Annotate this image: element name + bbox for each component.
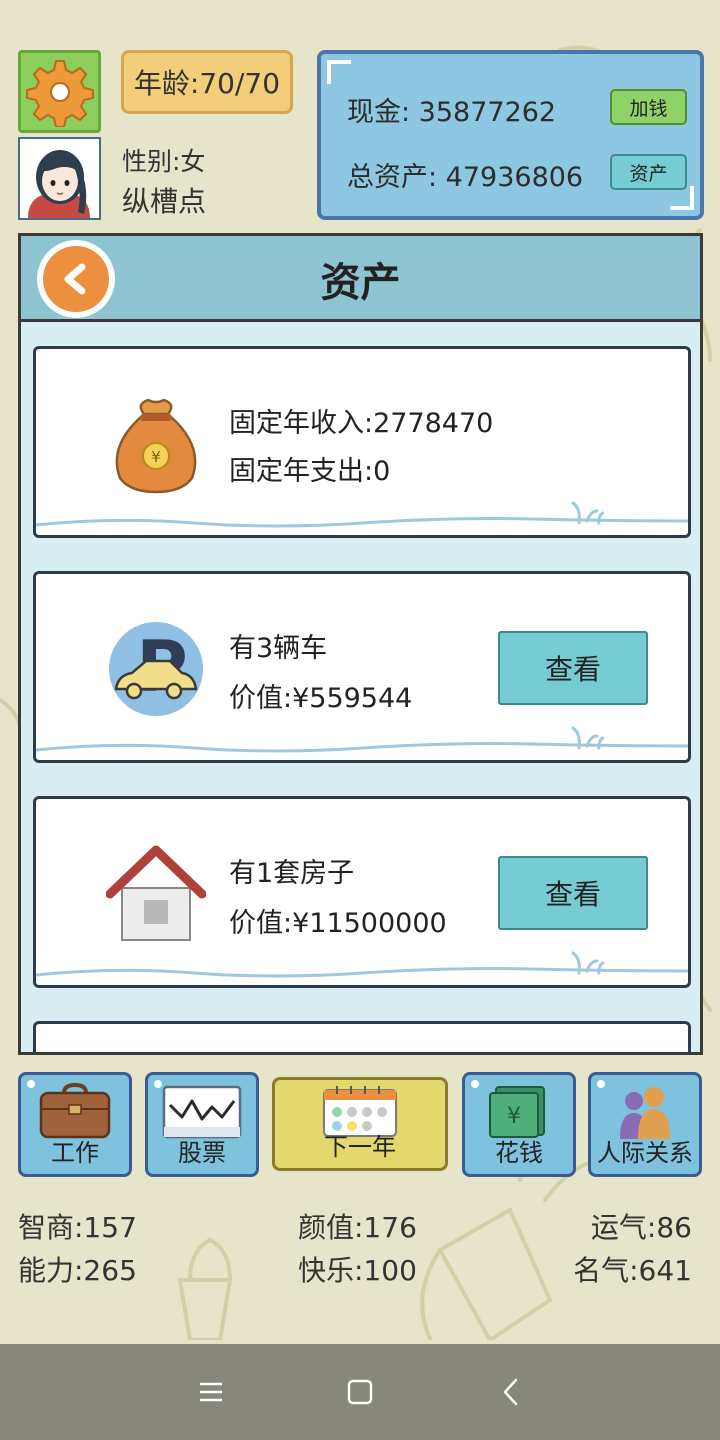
add-money-button[interactable]: 加钱 — [610, 89, 687, 125]
nav-label-work: 工作 — [51, 1139, 99, 1167]
view-cars-button[interactable]: 查看 — [498, 631, 648, 705]
stat-iq: 智商:157 — [18, 1211, 137, 1244]
sparkle-decoration — [471, 1080, 479, 1088]
svg-text:¥: ¥ — [507, 1104, 521, 1129]
cash-label: 现金: 35877262 — [347, 97, 557, 128]
house-icon — [106, 845, 206, 941]
money-bag-icon: ¥ — [115, 398, 197, 494]
dialog-title: 资产 — [320, 260, 401, 306]
wave-decoration — [36, 501, 688, 528]
nav-label-next-year: 下一年 — [324, 1133, 396, 1161]
view-houses-button[interactable]: 查看 — [498, 856, 648, 930]
home-button[interactable] — [340, 1372, 380, 1412]
asset-card-partial — [33, 1021, 691, 1052]
stat-fame: 名气:641 — [573, 1254, 692, 1287]
spend-money-button[interactable]: ¥ 花钱 — [462, 1072, 576, 1177]
avatar[interactable] — [18, 137, 101, 220]
annual-income-label: 固定年收入:2778470 — [229, 408, 494, 439]
player-name: 纵槽点 — [122, 185, 207, 218]
income-card: ¥ 固定年收入:2778470 固定年支出:0 — [33, 346, 691, 538]
sparkle-decoration — [154, 1080, 162, 1088]
sparkle-decoration — [27, 1080, 35, 1088]
house-value-label: 价值:¥11500000 — [229, 908, 447, 939]
gender-label: 性别:女 — [122, 147, 206, 176]
nav-label-stocks: 股票 — [178, 1139, 226, 1167]
relationships-button[interactable]: 人际关系 — [588, 1072, 702, 1177]
home-square-icon — [347, 1379, 373, 1405]
wave-decoration — [36, 726, 688, 753]
assets-dialog: 资产 ¥ 固定年收入:2778470 固定年支出:0 P 有3辆车 价值:¥55… — [18, 233, 703, 1055]
age-display: 年龄:70/70 — [121, 50, 293, 114]
menu-button[interactable] — [191, 1372, 231, 1412]
gear-icon — [25, 59, 94, 127]
panel-corner-decoration — [327, 60, 351, 84]
stat-ability: 能力:265 — [18, 1254, 137, 1287]
stat-happiness: 快乐:100 — [298, 1254, 417, 1287]
nav-label-spend: 花钱 — [495, 1139, 543, 1167]
back-arrow-icon — [503, 1378, 518, 1406]
house-count-label: 有1套房子 — [229, 858, 355, 889]
cars-card: P 有3辆车 价值:¥559544 查看 — [33, 571, 691, 763]
menu-icon — [200, 1382, 222, 1402]
wave-decoration — [36, 951, 688, 978]
stat-looks: 颜值:176 — [298, 1211, 417, 1244]
system-navigation-bar — [0, 1344, 720, 1440]
car-count-label: 有3辆车 — [229, 633, 328, 664]
svg-text:¥: ¥ — [151, 448, 161, 466]
assets-button[interactable]: 资产 — [610, 154, 687, 190]
total-assets-label: 总资产: 47936806 — [347, 162, 584, 193]
next-year-button[interactable]: 下一年 — [272, 1077, 448, 1171]
system-back-button[interactable] — [491, 1372, 531, 1412]
stat-luck: 运气:86 — [590, 1211, 692, 1244]
dialog-header: 资产 — [21, 236, 700, 322]
settings-button[interactable] — [18, 50, 101, 133]
work-button[interactable]: 工作 — [18, 1072, 132, 1177]
house-card: 有1套房子 价值:¥11500000 查看 — [33, 796, 691, 988]
avatar-portrait-icon — [20, 139, 99, 218]
nav-label-relationships: 人际关系 — [597, 1139, 693, 1167]
money-panel: 现金: 35877262 加钱 总资产: 47936806 资产 — [317, 50, 704, 220]
car-value-label: 价值:¥559544 — [229, 683, 413, 714]
parking-car-icon: P — [109, 622, 203, 716]
stocks-button[interactable]: 股票 — [145, 1072, 259, 1177]
sparkle-decoration — [597, 1080, 605, 1088]
annual-expense-label: 固定年支出:0 — [229, 456, 391, 487]
